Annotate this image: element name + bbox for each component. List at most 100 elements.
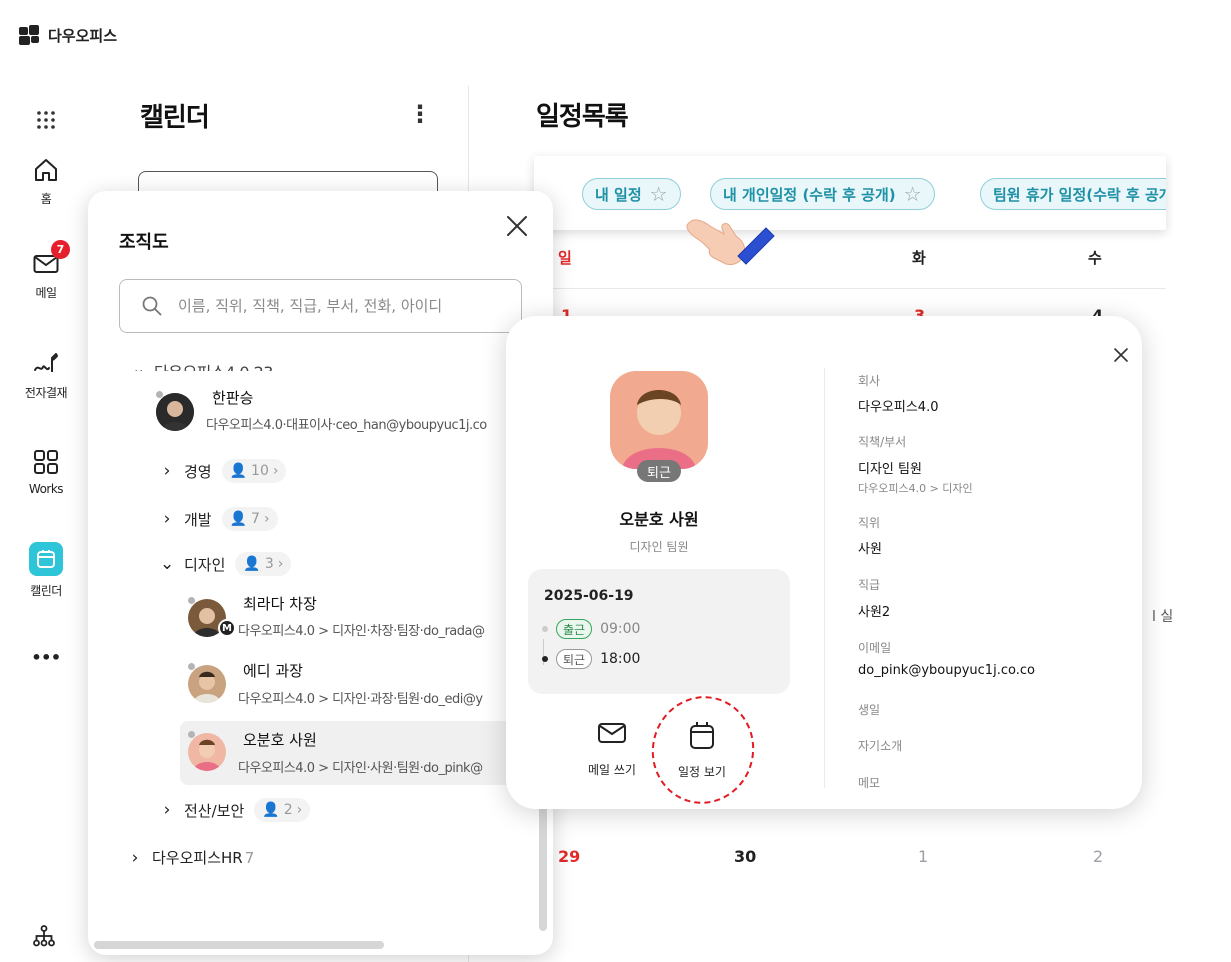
star-icon[interactable]: ☆ [904, 182, 922, 206]
mail-count-badge: 7 [51, 240, 70, 259]
search-icon [142, 296, 162, 316]
rail-works-label: Works [28, 482, 64, 496]
chip-label: 내 일정 [595, 185, 642, 204]
dept-count: 👤 3 › [235, 552, 292, 576]
clock-in-tag: 출근 [556, 619, 593, 639]
grade-label: 직급 [858, 578, 881, 592]
write-mail-button[interactable]: 메일 쓰기 [588, 721, 636, 778]
org-member-selected[interactable]: 오분호 사원 다우오피스4.0 > 디자인·사원·팀원·do_pink@ [180, 721, 553, 785]
profile-photo-image [610, 371, 708, 469]
profile-name: 오분호 사원 [619, 510, 699, 529]
profile-photo [610, 371, 708, 469]
weekday-divider [536, 288, 1166, 289]
org-member-ceo[interactable]: 한판승 다우오피스4.0·대표이사·ceo_han@yboupyuc1j.co [88, 381, 553, 445]
dept-count: 👤 2 › [254, 798, 311, 822]
mail-icon-wrap: 7 [32, 240, 70, 278]
presence-dot [188, 663, 195, 670]
search-input[interactable] [178, 297, 508, 315]
close-icon[interactable] [504, 213, 530, 239]
attendance-in: 출근 09:00 [542, 619, 640, 639]
org-member[interactable]: 에디 과장 다우오피스4.0 > 디자인·과장·팀원·do_edi@y [88, 651, 553, 715]
home-icon [35, 159, 57, 181]
member-name: 최라다 차장 [243, 595, 317, 613]
dept-it-security[interactable]: › 전산/보안 👤 2 › [160, 798, 311, 822]
dept-name: 개발 [184, 510, 212, 529]
avatar [156, 393, 194, 431]
card-divider [824, 368, 825, 788]
org-root-label: 다우오피스4.0 23 [154, 359, 274, 371]
org-hr-root[interactable]: › 다우오피스HR 7 [128, 847, 255, 868]
chip-team-vacation[interactable]: 팀원 휴가 일정(수락 후 공개) [980, 178, 1166, 210]
timeline-dot [542, 626, 548, 632]
calendar-icon [37, 550, 55, 568]
org-chart-icon[interactable] [32, 924, 56, 948]
app-name: 다우오피스 [48, 26, 118, 45]
date-cell[interactable]: 2 [1093, 847, 1103, 866]
weekday-wed: 수 [1088, 249, 1102, 267]
avatar-photo [188, 733, 226, 771]
org-member[interactable]: M 최라다 차장 다우오피스4.0 > 디자인·차장·팀장·do_rada@ [88, 585, 553, 649]
org-chart-panel: 조직도 ⌄ 다우오피스4.0 23 한판승 다우오피스4.0·대표이사·ceo_h… [88, 191, 553, 955]
chevron-right-icon: › [131, 847, 139, 868]
star-icon[interactable]: ☆ [650, 182, 668, 206]
manager-badge: M [218, 619, 236, 637]
avatar-photo [188, 665, 226, 703]
company-value: 다우오피스4.0 [858, 400, 939, 415]
calendar-chip-bar: 내 일정 ☆ 내 개인일정 (수락 후 공개) ☆ 팀원 휴가 일정(수락 후 … [534, 156, 1166, 230]
approval-icon [34, 353, 58, 372]
dept-design[interactable]: ⌄ 디자인 👤 3 › [160, 552, 292, 576]
works-icon [34, 450, 58, 474]
vertical-scrollbar[interactable] [539, 801, 547, 931]
clock-out-tag: 퇴근 [556, 649, 593, 669]
rail-works[interactable]: Works [0, 448, 92, 496]
company-label: 회사 [858, 374, 881, 388]
calendar-menu-icon[interactable]: ⋮ [408, 100, 432, 128]
dept-name: 경영 [184, 462, 212, 481]
dept-dev[interactable]: › 개발 👤 7 › [160, 507, 278, 531]
dept-name: 디자인 [184, 555, 226, 574]
highlight-circle [640, 685, 766, 815]
rail-approval-label: 전자결재 [24, 386, 68, 400]
position-label: 직책/부서 [858, 435, 907, 449]
dept-count: 👤 7 › [221, 507, 278, 531]
chevron-down-icon: ⌄ [160, 554, 175, 574]
horizontal-scrollbar[interactable] [94, 941, 384, 949]
rail-approval[interactable]: 전자결재 [0, 350, 92, 401]
position-value: 디자인 팀원 [858, 462, 922, 477]
apps-grid-icon [37, 111, 55, 129]
org-hr-count: 7 [244, 848, 255, 867]
org-search-field[interactable] [119, 279, 522, 333]
email-label: 이메일 [858, 641, 892, 655]
dept-count-value: 2 [283, 802, 293, 818]
rail-more[interactable]: ••• [0, 648, 92, 667]
attendance-date: 2025-06-19 [544, 588, 634, 604]
clock-out-time: 18:00 [600, 651, 641, 667]
avatar [188, 665, 226, 703]
chip-my-schedule[interactable]: 내 일정 ☆ [582, 178, 681, 210]
close-icon[interactable] [1112, 346, 1130, 364]
dept-management[interactable]: › 경영 👤 10 › [160, 459, 287, 483]
grade-value: 사원2 [858, 605, 891, 620]
presence-dot [188, 731, 195, 738]
date-cell[interactable]: 1 [918, 847, 928, 866]
event-text-cut: l 실 [1152, 609, 1174, 625]
chevron-right-icon: › [163, 461, 171, 481]
rail-mail[interactable]: 7 메일 [0, 240, 92, 301]
rail-apps[interactable] [0, 106, 92, 134]
app-brand[interactable]: 다우오피스 [18, 24, 117, 46]
rail-home[interactable]: 홈 [0, 156, 92, 207]
org-title: 조직도 [119, 232, 169, 253]
more-icon: ••• [31, 648, 61, 667]
org-hr-name: 다우오피스HR [152, 849, 243, 867]
rail-calendar[interactable]: 캘린더 [0, 542, 92, 599]
date-cell[interactable]: 30 [734, 847, 756, 866]
timeline-dot [542, 656, 548, 662]
birthday-label: 생일 [858, 703, 881, 717]
chevron-right-icon: › [163, 509, 171, 529]
rail-home-label: 홈 [40, 192, 52, 206]
attendance-box: 2025-06-19 출근 09:00 퇴근 18:00 [528, 569, 790, 694]
calendar-column-title: 캘린더 [140, 103, 210, 133]
write-mail-label: 메일 쓰기 [588, 763, 636, 777]
email-value[interactable]: do_pink@yboupyuc1j.co.co [858, 663, 1035, 678]
date-cell[interactable]: 29 [558, 847, 580, 866]
